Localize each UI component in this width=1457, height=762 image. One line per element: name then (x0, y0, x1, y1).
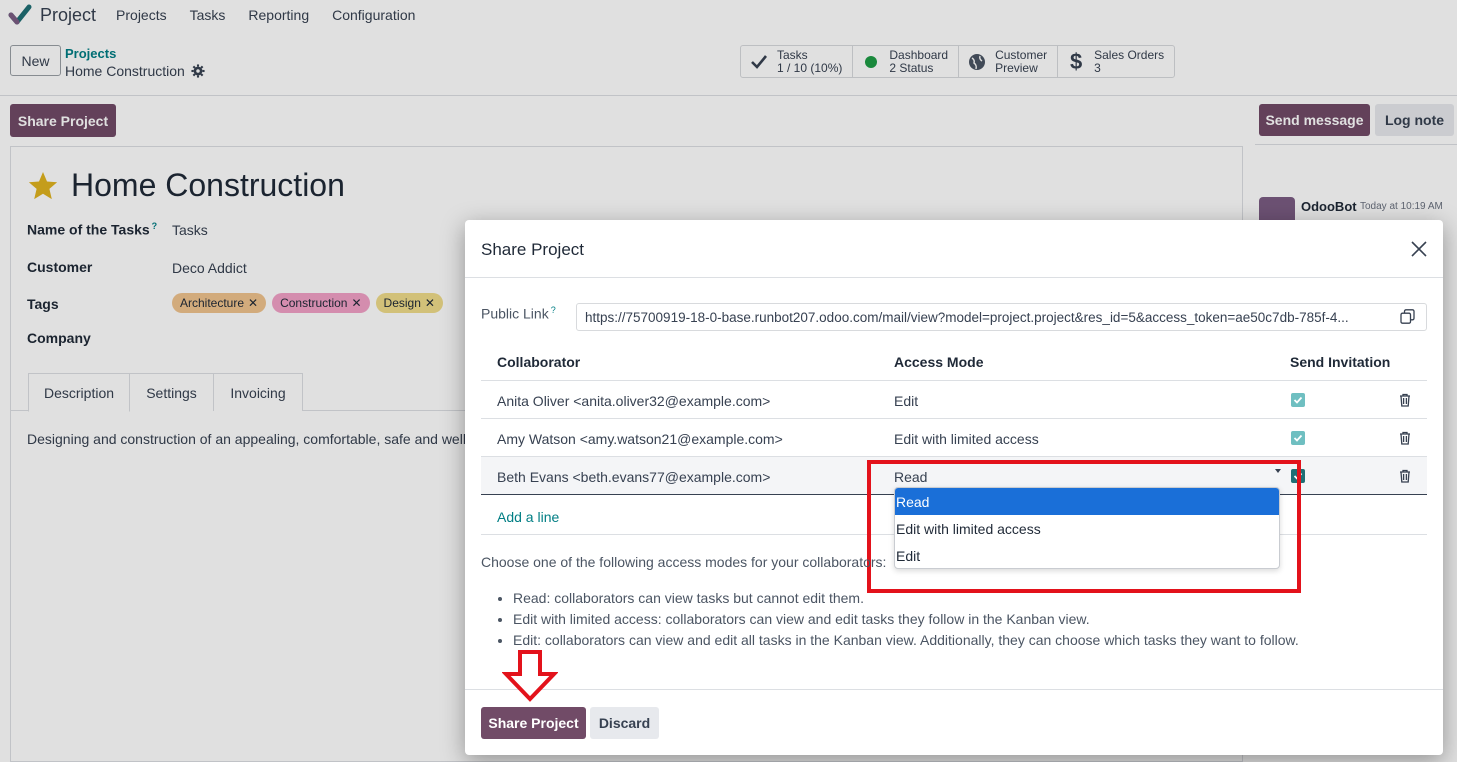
list-item: Edit: collaborators can view and edit al… (513, 632, 1299, 653)
collaborator-cell[interactable]: Beth Evans <beth.evans77@example.com> (497, 469, 770, 485)
column-collaborator: Collaborator (497, 354, 581, 370)
dialog-header: Share Project (465, 220, 1443, 278)
send-invitation-checkbox[interactable] (1291, 393, 1305, 407)
discard-button[interactable]: Discard (590, 707, 659, 739)
access-modes-list: Read: collaborators can view tasks but c… (513, 590, 1299, 653)
share-project-dialog: Share Project Public Link? https://75700… (465, 220, 1443, 755)
column-access-mode: Access Mode (894, 354, 984, 370)
dialog-title: Share Project (481, 240, 584, 259)
trash-icon[interactable] (1398, 431, 1412, 445)
table-row[interactable]: Amy Watson <amy.watson21@example.com> Ed… (481, 419, 1427, 457)
list-item: Edit with limited access: collaborators … (513, 611, 1299, 632)
access-modes-help: Choose one of the following access modes… (481, 554, 887, 570)
dialog-footer: Share Project Discard (465, 689, 1443, 755)
public-link-label: Public Link? (481, 305, 556, 322)
access-mode-cell[interactable]: Edit with limited access (894, 431, 1039, 447)
send-invitation-checkbox[interactable] (1291, 431, 1305, 445)
highlight-annotation-box (867, 460, 1301, 593)
table-row[interactable]: Anita Oliver <anita.oliver32@example.com… (481, 381, 1427, 419)
share-project-button[interactable]: Share Project (481, 707, 586, 739)
collaborators-table-header: Collaborator Access Mode Send Invitation (481, 344, 1427, 381)
access-mode-cell[interactable]: Edit (894, 393, 918, 409)
collaborator-cell[interactable]: Amy Watson <amy.watson21@example.com> (497, 431, 783, 447)
column-send-invitation: Send Invitation (1290, 354, 1391, 370)
trash-icon[interactable] (1398, 393, 1412, 407)
list-item: Read: collaborators can view tasks but c… (513, 590, 1299, 611)
copy-icon[interactable] (1400, 309, 1415, 324)
close-icon[interactable] (1410, 240, 1428, 258)
trash-icon[interactable] (1398, 469, 1412, 483)
arrow-down-annotation-icon (502, 650, 558, 702)
public-link-field[interactable]: https://75700919-18-0-base.runbot207.odo… (576, 303, 1427, 331)
help-icon[interactable]: ? (551, 305, 556, 315)
public-link-label-text: Public Link (481, 305, 549, 322)
add-line-link[interactable]: Add a line (497, 509, 559, 525)
collaborator-cell[interactable]: Anita Oliver <anita.oliver32@example.com… (497, 393, 770, 409)
